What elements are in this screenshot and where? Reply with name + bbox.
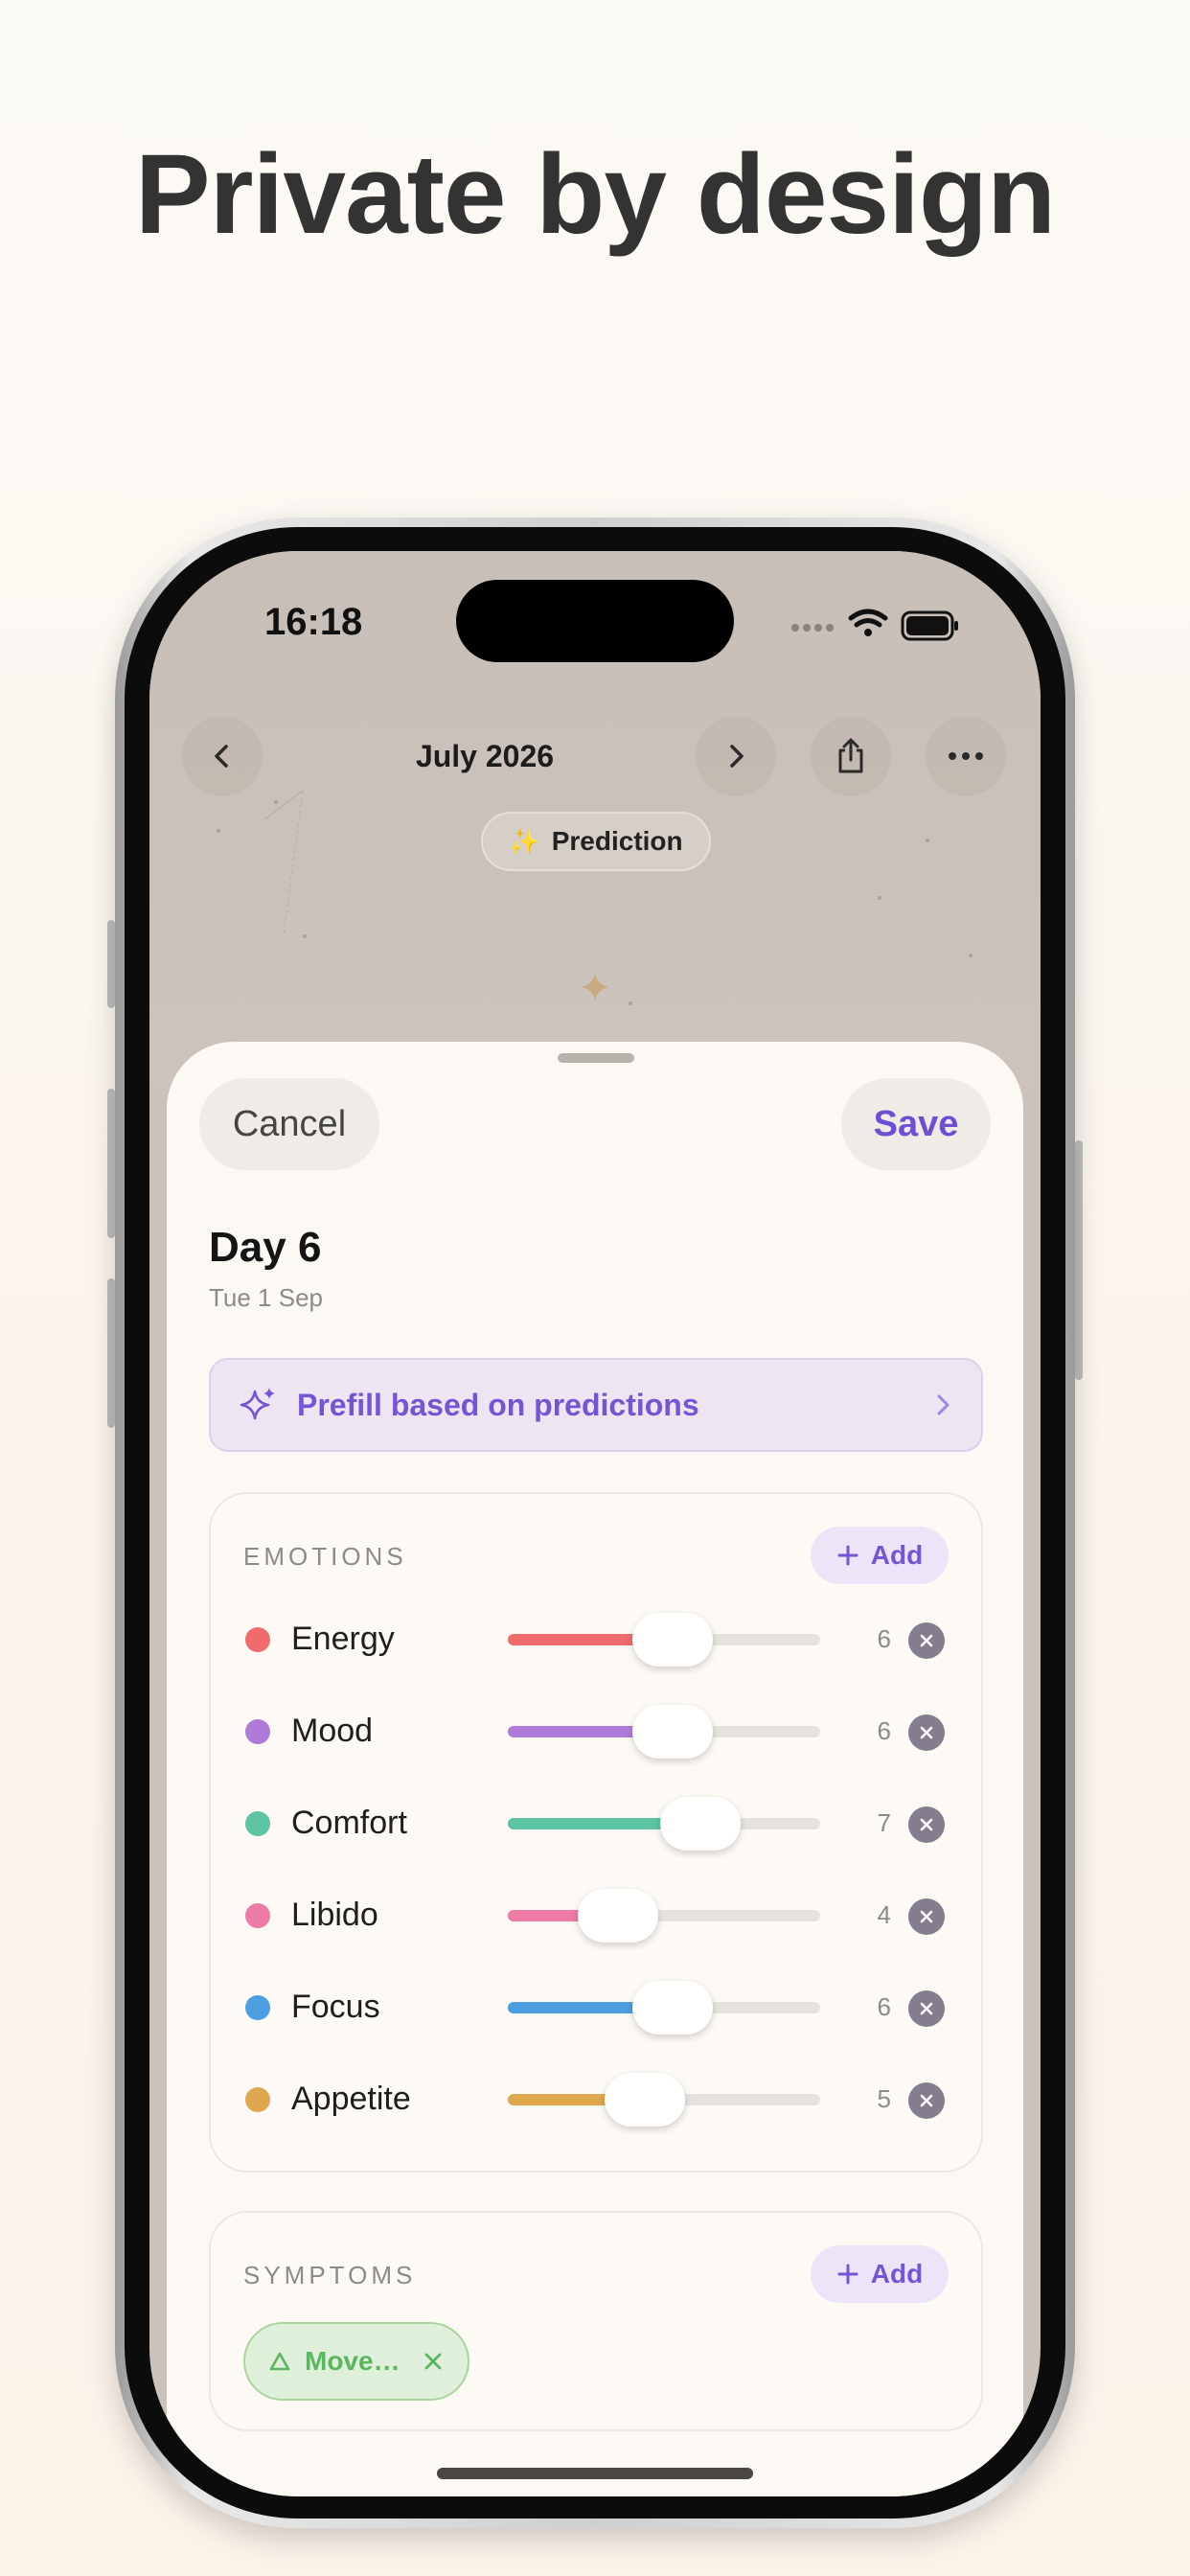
emotion-slider-knob[interactable] — [660, 1797, 741, 1851]
symptom-chip-label: Move… — [305, 2346, 400, 2376]
emotion-value: 6 — [877, 1716, 891, 1745]
status-icons — [790, 605, 962, 643]
phone-volume-up-button — [107, 1089, 115, 1238]
home-indicator — [437, 2468, 753, 2479]
prediction-chip-label: Prediction — [551, 826, 683, 856]
sparkles-icon: ✨ — [509, 826, 540, 856]
battery-icon — [901, 610, 958, 641]
sparkles-icon — [240, 1388, 275, 1420]
emotion-slider[interactable] — [508, 2073, 820, 2127]
month-title: July 2026 — [415, 739, 555, 773]
ellipsis-icon — [949, 752, 983, 760]
phone-screen: 16:18 July 2026 ✨ Prediction Cancel Save… — [149, 551, 1041, 2496]
emotion-slider-knob[interactable] — [605, 2073, 685, 2127]
plus-icon — [837, 1545, 858, 1566]
emotion-slider-knob[interactable] — [632, 1613, 713, 1667]
emotion-label: Libido — [291, 1897, 378, 1933]
sparkle-decoration-icon — [581, 973, 609, 1001]
emotions-card: EMOTIONS Add Energy 6 Mood 6 Comfort 7 Libido 4… — [209, 1492, 983, 2173]
emotion-color-dot — [245, 1719, 270, 1744]
emotion-slider[interactable] — [508, 1889, 820, 1943]
close-icon — [920, 2094, 933, 2107]
symptoms-card: SYMPTOMS Add Move… — [209, 2211, 983, 2431]
next-month-button[interactable] — [696, 716, 776, 796]
emotion-label: Focus — [291, 1989, 380, 2025]
close-icon — [920, 1726, 933, 1739]
close-icon — [920, 2002, 933, 2015]
emotion-color-dot — [245, 1811, 270, 1836]
prediction-chip[interactable]: ✨ Prediction — [481, 812, 711, 871]
chevron-right-icon — [937, 1394, 950, 1415]
emotion-label: Comfort — [291, 1805, 407, 1841]
emotion-row-energy: Energy 6 — [211, 1592, 985, 1684]
wifi-icon — [848, 609, 888, 628]
phone-power-button — [1075, 1140, 1083, 1380]
emotion-slider-knob[interactable] — [632, 1705, 713, 1759]
emotion-color-dot — [245, 1995, 270, 2020]
emotion-slider[interactable] — [508, 1613, 820, 1667]
emotion-value: 6 — [877, 1992, 891, 2021]
plus-icon — [837, 2264, 858, 2285]
emotion-row-libido: Libido 4 — [211, 1868, 985, 1960]
emotion-value: 6 — [877, 1624, 891, 1653]
phone-volume-down-button — [107, 1278, 115, 1428]
status-time: 16:18 — [264, 601, 363, 643]
save-button[interactable]: Save — [841, 1078, 991, 1170]
prefill-predictions-button[interactable]: Prefill based on predictions — [209, 1358, 983, 1452]
remove-emotion-button[interactable] — [908, 1806, 945, 1843]
emotion-slider[interactable] — [508, 1797, 820, 1851]
emotion-value: 4 — [877, 1900, 891, 1929]
emotion-row-comfort: Comfort 7 — [211, 1776, 985, 1868]
emotion-slider[interactable] — [508, 1981, 820, 2035]
emotion-row-mood: Mood 6 — [211, 1684, 985, 1776]
cellular-icon — [791, 624, 834, 632]
dynamic-island — [456, 580, 734, 662]
emotion-row-focus: Focus 6 — [211, 1960, 985, 2052]
emotion-row-appetite: Appetite 5 — [211, 2052, 985, 2144]
add-emotion-button[interactable]: Add — [811, 1527, 949, 1584]
emotion-slider-knob[interactable] — [632, 1981, 713, 2035]
emotion-value: 5 — [877, 2084, 891, 2113]
sheet-grabber[interactable] — [558, 1053, 634, 1063]
symptom-chip[interactable]: Move… — [243, 2322, 469, 2401]
symptoms-section-label: SYMPTOMS — [243, 2261, 417, 2289]
share-icon — [838, 738, 863, 773]
prefill-label: Prefill based on predictions — [297, 1387, 699, 1422]
emotion-label: Energy — [291, 1621, 395, 1657]
emotion-color-dot — [245, 1627, 270, 1652]
close-icon — [920, 1910, 933, 1923]
emotion-label: Mood — [291, 1713, 374, 1749]
more-button[interactable] — [926, 716, 1006, 796]
entry-sheet: Cancel Save Day 6 Tue 1 Sep Prefill base… — [167, 1042, 1023, 2496]
remove-symptom-icon[interactable] — [422, 2350, 445, 2373]
share-button[interactable] — [811, 716, 891, 796]
chevron-right-icon — [730, 745, 744, 768]
add-emotion-label: Add — [870, 1540, 924, 1570]
emotion-slider[interactable] — [508, 1705, 820, 1759]
remove-emotion-button[interactable] — [908, 1622, 945, 1659]
add-symptom-button[interactable]: Add — [811, 2245, 949, 2303]
remove-emotion-button[interactable] — [908, 1990, 945, 2027]
remove-emotion-button[interactable] — [908, 1714, 945, 1751]
emotion-label: Appetite — [291, 2081, 411, 2117]
close-icon — [920, 1818, 933, 1831]
emotion-color-dot — [245, 2087, 270, 2112]
day-date: Tue 1 Sep — [209, 1283, 324, 1312]
day-title: Day 6 — [209, 1224, 322, 1271]
headline: Private by design — [134, 131, 1056, 258]
close-icon — [920, 1634, 933, 1647]
emotion-value: 7 — [877, 1808, 891, 1837]
add-symptom-label: Add — [870, 2259, 924, 2288]
remove-emotion-button[interactable] — [908, 1898, 945, 1935]
emotion-slider-knob[interactable] — [578, 1889, 658, 1943]
emotions-section-label: EMOTIONS — [243, 1542, 407, 1571]
remove-emotion-button[interactable] — [908, 2082, 945, 2119]
cancel-button[interactable]: Cancel — [199, 1078, 379, 1170]
emotion-color-dot — [245, 1903, 270, 1928]
triangle-icon — [269, 2352, 290, 2371]
chevron-left-icon — [215, 745, 228, 768]
previous-month-button[interactable] — [182, 716, 263, 796]
phone-action-button — [107, 920, 115, 1008]
